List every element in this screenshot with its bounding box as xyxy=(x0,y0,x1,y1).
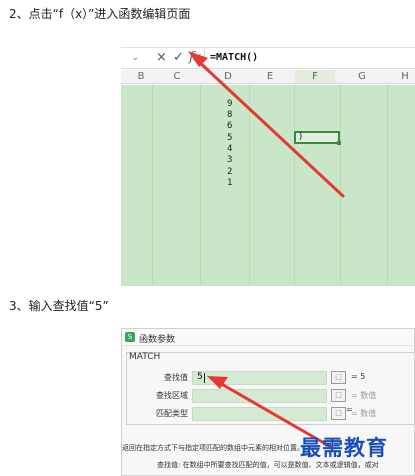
arrow-to-fx-button xyxy=(195,58,345,198)
watermark-logo: 最需教育 xyxy=(300,435,388,460)
annotation-arrows xyxy=(188,51,345,449)
arrow-to-fx-head xyxy=(188,51,208,67)
